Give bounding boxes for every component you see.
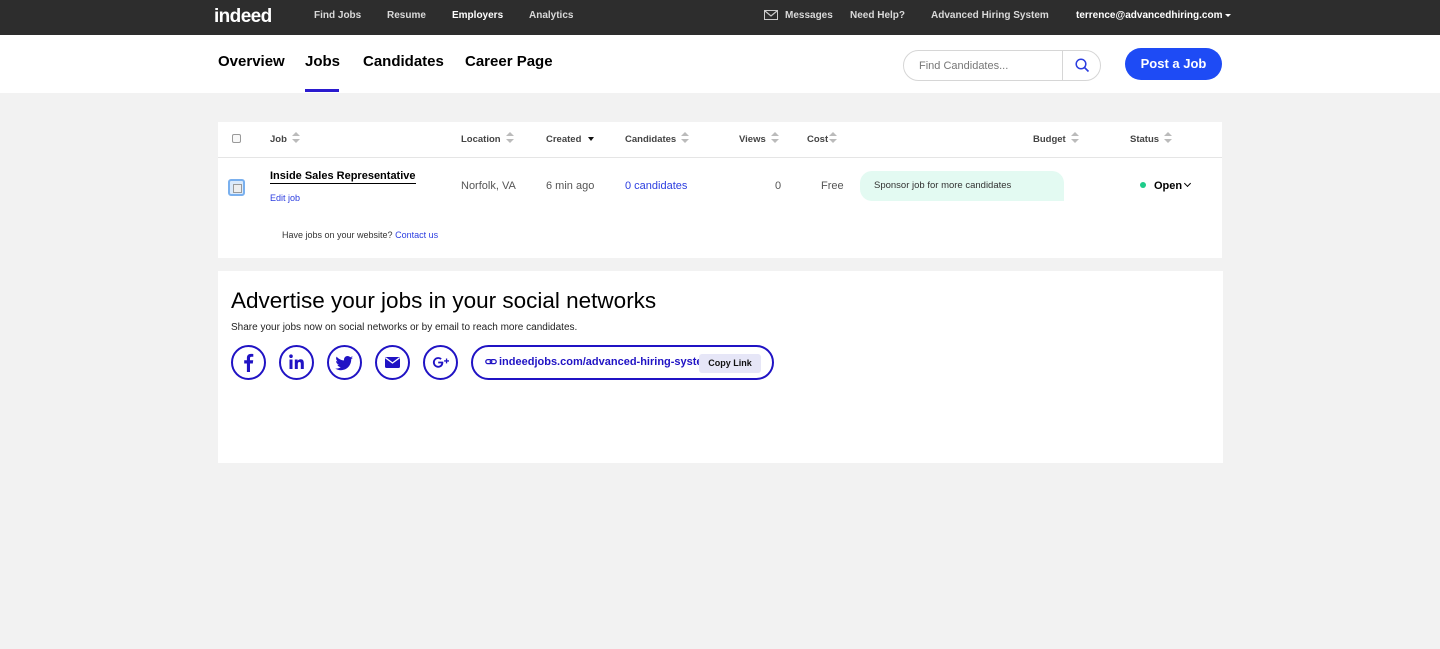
sort-icon	[505, 131, 514, 145]
column-views[interactable]: Views	[739, 131, 779, 145]
active-tab-indicator	[305, 89, 339, 92]
caret-down-icon	[1225, 13, 1232, 17]
advertise-subtitle: Share your jobs now on social networks o…	[231, 322, 578, 333]
sort-icon	[829, 131, 838, 145]
job-cost: Free	[821, 180, 844, 192]
nav-need-help[interactable]: Need Help?	[850, 0, 905, 35]
column-budget[interactable]: Budget	[1033, 131, 1079, 145]
status-label: Open	[1154, 180, 1183, 192]
nav-analytics[interactable]: Analytics	[529, 0, 573, 35]
website-jobs-note: Have jobs on your website? Contact us	[282, 230, 438, 240]
sort-icon	[1164, 131, 1173, 145]
job-title-link[interactable]: Inside Sales Representative	[270, 170, 416, 184]
job-created: 6 min ago	[546, 180, 595, 192]
nav-company[interactable]: Advanced Hiring System	[931, 0, 1049, 35]
select-all-checkbox[interactable]	[232, 134, 241, 143]
share-email-button[interactable]	[375, 345, 410, 380]
facebook-icon	[244, 353, 254, 372]
nav-find-jobs[interactable]: Find Jobs	[314, 0, 361, 35]
post-job-button[interactable]: Post a Job	[1125, 48, 1222, 80]
sort-icon	[681, 131, 690, 145]
column-job[interactable]: Job	[270, 131, 300, 145]
top-navigation-bar: indeed Find Jobs Resume Employers Analyt…	[0, 0, 1440, 35]
sort-icon	[1070, 131, 1079, 145]
column-location[interactable]: Location	[461, 131, 514, 145]
search-button[interactable]	[1062, 51, 1100, 80]
column-status[interactable]: Status	[1130, 131, 1173, 145]
contact-us-link[interactable]: Contact us	[395, 230, 438, 240]
job-views: 0	[775, 180, 782, 192]
column-created[interactable]: Created	[546, 134, 595, 145]
status-dropdown[interactable]: Open	[1140, 180, 1192, 192]
chevron-down-icon	[1184, 180, 1192, 188]
user-email: terrence@advancedhiring.com	[1076, 10, 1223, 21]
user-menu[interactable]: terrence@advancedhiring.com	[1076, 0, 1232, 35]
jobs-table: Job Location Created Candidates Views Co…	[218, 122, 1222, 258]
advertise-panel: Advertise your jobs in your social netwo…	[218, 271, 1223, 463]
share-url: indeedjobs.com/advanced-hiring-system	[499, 356, 700, 368]
sort-icon	[770, 131, 779, 145]
indeed-logo[interactable]: indeed	[214, 6, 272, 28]
tab-overview[interactable]: Overview	[218, 53, 285, 70]
google-plus-icon	[432, 357, 449, 368]
nav-messages[interactable]: Messages	[785, 0, 833, 35]
share-google-plus-button[interactable]	[423, 345, 458, 380]
tab-jobs[interactable]: Jobs	[305, 53, 340, 70]
envelope-icon[interactable]	[764, 10, 778, 20]
nav-resume[interactable]: Resume	[387, 0, 426, 35]
search-icon	[1075, 58, 1090, 73]
tab-career-page[interactable]: Career Page	[465, 53, 553, 70]
share-linkedin-button[interactable]	[279, 345, 314, 380]
employer-subnav: Overview Jobs Candidates Career Page Pos…	[0, 35, 1440, 93]
row-checkbox[interactable]	[228, 179, 245, 196]
copy-link-button[interactable]: Copy Link	[699, 354, 761, 373]
job-location: Norfolk, VA	[461, 180, 516, 192]
sort-descending-icon	[588, 137, 595, 142]
candidate-search	[903, 50, 1101, 81]
table-header: Job Location Created Candidates Views Co…	[218, 122, 1222, 158]
sort-icon	[291, 131, 300, 145]
column-cost[interactable]: Cost	[807, 131, 838, 145]
email-icon	[385, 357, 400, 368]
website-jobs-text: Have jobs on your website?	[282, 230, 393, 240]
candidates-link[interactable]: 0 candidates	[625, 180, 687, 192]
sponsor-job-button[interactable]: Sponsor job for more candidates	[860, 171, 1064, 201]
edit-job-link[interactable]: Edit job	[270, 193, 300, 203]
column-candidates[interactable]: Candidates	[625, 131, 690, 145]
twitter-icon	[335, 356, 353, 371]
tab-candidates[interactable]: Candidates	[363, 53, 444, 70]
nav-employers[interactable]: Employers	[452, 0, 503, 35]
search-input[interactable]	[904, 51, 1062, 80]
status-dot-icon	[1140, 182, 1146, 189]
share-twitter-button[interactable]	[327, 345, 362, 380]
link-icon	[485, 358, 497, 365]
share-facebook-button[interactable]	[231, 345, 266, 380]
linkedin-icon	[289, 354, 304, 369]
share-link-box[interactable]: indeedjobs.com/advanced-hiring-system Co…	[471, 345, 774, 380]
advertise-title: Advertise your jobs in your social netwo…	[231, 288, 657, 313]
